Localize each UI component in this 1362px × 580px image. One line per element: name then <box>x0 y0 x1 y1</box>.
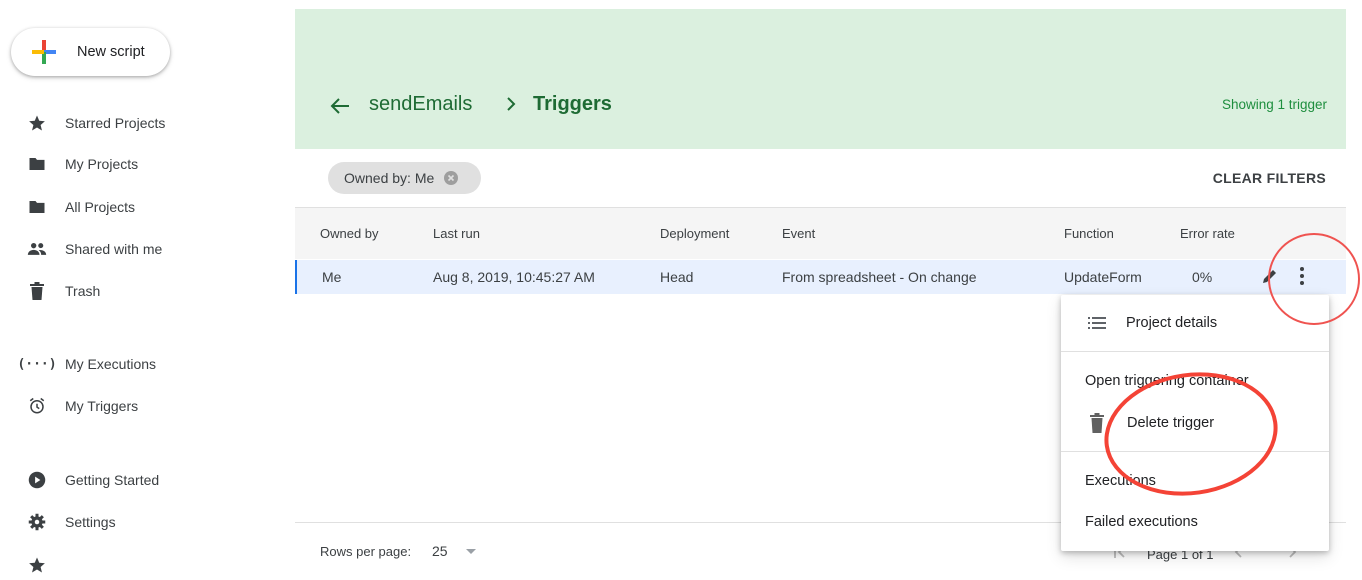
filter-chip-label: Owned by: Me <box>344 170 435 186</box>
menu-item-delete-trigger[interactable]: Delete trigger <box>1061 403 1329 443</box>
column-header[interactable]: Error rate <box>1180 226 1235 241</box>
new-script-button[interactable]: New script <box>11 28 170 76</box>
menu-divider <box>1061 451 1329 452</box>
column-header[interactable]: Event <box>782 226 815 241</box>
sidebar-item-starred-projects[interactable]: Starred Projects <box>0 108 280 138</box>
column-header[interactable]: Last run <box>433 226 480 241</box>
sidebar-item-my-projects[interactable]: My Projects <box>0 149 280 179</box>
people-icon <box>27 239 47 259</box>
sidebar-item-label: My Executions <box>65 356 157 372</box>
close-icon[interactable] <box>444 171 459 185</box>
rows-per-page-label: Rows per page: <box>320 544 412 559</box>
sidebar-item-label: Settings <box>65 514 116 530</box>
menu-item-label: Delete trigger <box>1127 415 1215 431</box>
rows-per-page-select[interactable]: 25 <box>432 543 448 559</box>
clear-filters-button[interactable]: CLEAR FILTERS <box>1213 170 1326 186</box>
cell-deployment: Head <box>660 269 694 285</box>
folder-icon <box>27 154 47 174</box>
cell-function: UpdateForm <box>1064 269 1142 285</box>
column-header[interactable]: Function <box>1064 226 1114 241</box>
trash-icon <box>1090 413 1104 433</box>
cell-event: From spreadsheet - On change <box>782 269 977 285</box>
menu-item-executions[interactable]: Executions <box>1061 461 1329 501</box>
menu-divider <box>1061 351 1329 352</box>
sidebar-item-label: My Projects <box>65 156 139 172</box>
executions-icon: (···) <box>17 356 57 372</box>
menu-item-open-triggering-container[interactable]: Open triggering container <box>1061 361 1329 401</box>
sidebar-item-label: My Triggers <box>65 398 139 414</box>
dropdown-arrow-icon[interactable] <box>466 549 476 554</box>
trigger-count: Showing 1 trigger <box>1221 97 1327 112</box>
column-header[interactable]: Deployment <box>660 226 729 241</box>
cell-error-rate: 0% <box>1192 269 1213 285</box>
column-header[interactable]: Owned by <box>320 226 379 241</box>
page-header: sendEmails Triggers Showing 1 trigger <box>295 9 1346 149</box>
sidebar-item-label: Getting Started <box>65 472 160 488</box>
folder-icon <box>27 197 47 217</box>
new-script-label: New script <box>77 44 145 60</box>
sidebar-item-label: Starred Projects <box>65 115 166 131</box>
sidebar-item-shared-with-me[interactable]: Shared with me <box>0 234 280 264</box>
sidebar-item-my-executions[interactable]: (···) My Executions <box>0 349 280 379</box>
sidebar-item-label: Trash <box>65 283 101 299</box>
context-menu: Project details Open triggering containe… <box>1061 295 1329 551</box>
trash-icon <box>27 281 47 301</box>
menu-item-project-details[interactable]: Project details <box>1061 303 1329 343</box>
menu-item-label: Executions <box>1085 473 1156 489</box>
play-circle-icon <box>27 470 47 490</box>
plus-icon <box>32 40 56 64</box>
sidebar-item-cut-off[interactable] <box>0 550 280 580</box>
sidebar-item-label: All Projects <box>65 199 136 215</box>
breadcrumb-project[interactable]: sendEmails <box>369 93 472 116</box>
list-icon <box>1088 317 1106 329</box>
menu-item-label: Open triggering container <box>1085 373 1249 389</box>
sidebar-item-my-triggers[interactable]: My Triggers <box>0 391 280 421</box>
sidebar-item-all-projects[interactable]: All Projects <box>0 192 280 222</box>
page-title: Triggers <box>533 93 612 115</box>
sidebar-item-trash[interactable]: Trash <box>0 276 280 306</box>
menu-item-label: Project details <box>1126 315 1218 331</box>
cell-owned-by: Me <box>322 269 342 285</box>
sidebar-item-getting-started[interactable]: Getting Started <box>0 465 280 495</box>
cell-last-run: Aug 8, 2019, 10:45:27 AM <box>433 269 595 285</box>
star-icon <box>27 113 47 133</box>
alarm-icon <box>27 396 47 416</box>
sidebar-item-label: Shared with me <box>65 241 163 257</box>
more-vert-icon[interactable] <box>1296 265 1308 287</box>
menu-item-label: Failed executions <box>1085 514 1198 530</box>
back-arrow-icon[interactable] <box>329 95 351 117</box>
sidebar-item-settings[interactable]: Settings <box>0 507 280 537</box>
star-icon <box>27 555 47 575</box>
gear-icon <box>27 512 47 532</box>
filter-chip-owned-by[interactable]: Owned by: Me <box>328 162 481 194</box>
edit-icon[interactable] <box>1261 267 1279 285</box>
chevron-right-icon <box>507 97 516 111</box>
menu-item-failed-executions[interactable]: Failed executions <box>1061 502 1329 542</box>
